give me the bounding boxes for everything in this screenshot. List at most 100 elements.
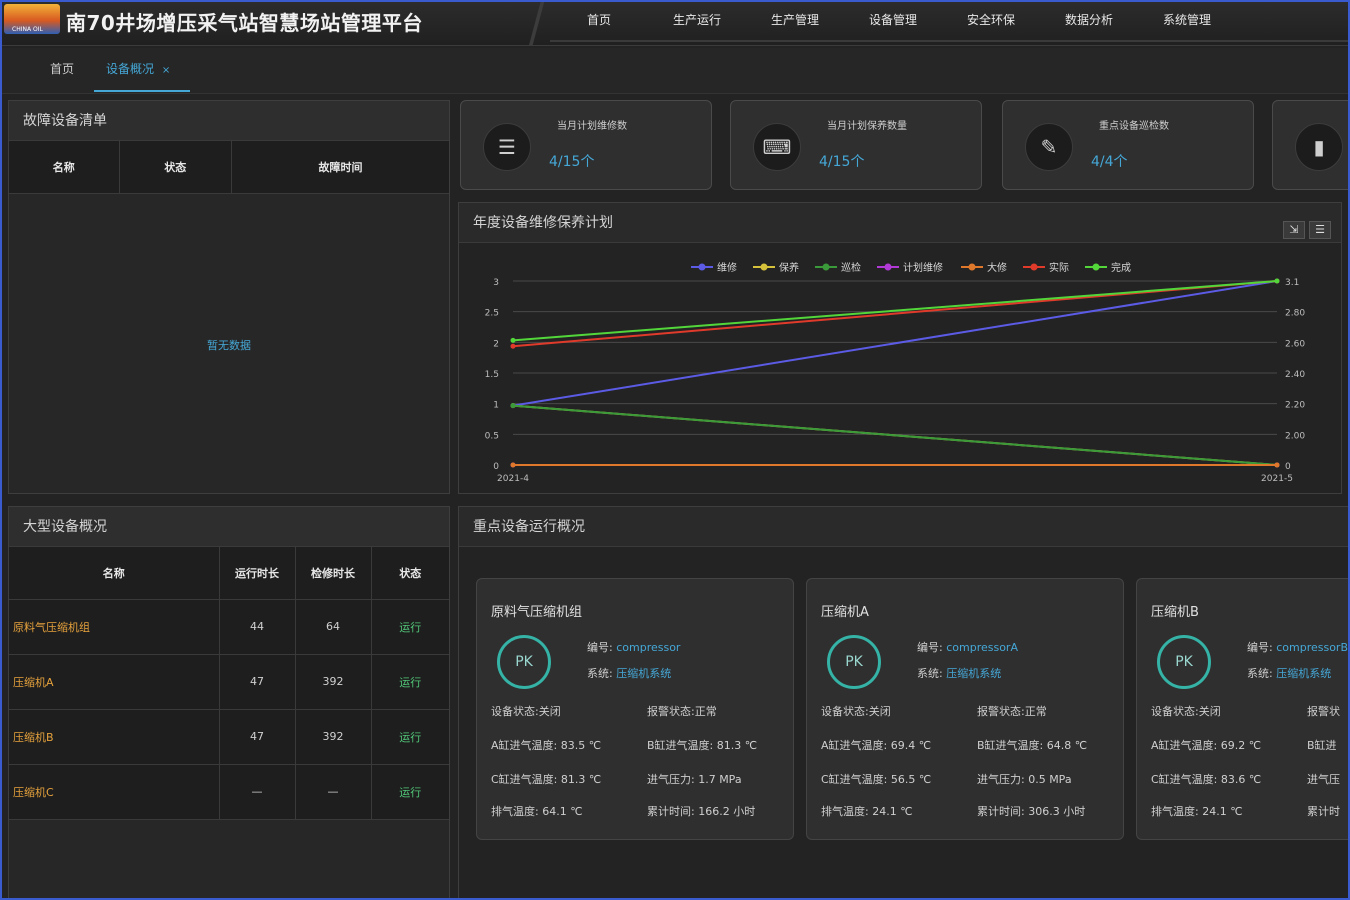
field-pressure: 进气压力: 1.7 MPa [647, 773, 742, 786]
nav-system-manage[interactable]: 系统管理 [1138, 2, 1236, 38]
field-a-temp: A缸进气温度: 69.2 ℃ [1151, 739, 1262, 752]
fault-equipment-panel: 故障设备清单 名称 状态 故障时间 暂无数据 [8, 100, 450, 494]
chart-panel-title: 年度设备维修保养计划 [459, 203, 1341, 243]
status-badge: 运行 [371, 599, 449, 655]
equipment-card-title: 原料气压缩机组 [491, 605, 583, 620]
legend-label: 巡检 [841, 261, 861, 274]
equipment-code: 编号: compressorB [1247, 639, 1348, 655]
equipment-code: 编号: compressorA [917, 639, 1018, 655]
fault-panel-title: 故障设备清单 [9, 101, 449, 141]
col-status: 状态 [371, 547, 449, 600]
series-line [512, 280, 1278, 407]
stat-card-inspection: ✎ 重点设备巡检数 4/4个 [1002, 100, 1254, 190]
nav-home[interactable]: 首页 [550, 2, 648, 38]
nav-safety[interactable]: 安全环保 [942, 2, 1040, 38]
stat-label: 重点设备巡检数 [1099, 121, 1169, 132]
equipment-name: 压缩机C [9, 764, 220, 820]
y-tick-label: 0.5 [485, 431, 499, 441]
nav-equipment-manage[interactable]: 设备管理 [844, 2, 942, 38]
legend-label: 实际 [1049, 261, 1069, 274]
field-device-state: 设备状态:关闭 [491, 705, 561, 718]
field-total-time: 累计时间: 166.2 小时 [647, 805, 756, 818]
col-repair-hours: 检修时长 [295, 547, 372, 600]
bar-chart-icon: ▮ [1295, 123, 1343, 171]
code-label: 编号: [587, 641, 613, 654]
equipment-system: 系统: 压缩机系统 [587, 665, 671, 681]
tab-active-indicator [94, 90, 190, 92]
clipboard-icon: ☰ [483, 123, 531, 171]
y2-tick-label: 0 [1285, 462, 1291, 472]
keyboard-icon: ⌨ [753, 123, 801, 171]
stat-value: 4/15个 [819, 154, 865, 170]
data-view-icon[interactable]: ☰ [1309, 221, 1331, 239]
x-tick-label: 2021-4 [497, 474, 529, 484]
code-link[interactable]: compressorA [946, 641, 1018, 654]
stat-card-extra: ▮ [1272, 100, 1348, 190]
equipment-card[interactable]: 压缩机A PK 编号: compressorA 系统: 压缩机系统 设备状态:关… [806, 578, 1124, 840]
tab-close-icon[interactable]: × [162, 65, 170, 76]
field-b-temp: B缸进 [1307, 739, 1337, 752]
large-table-header: 名称 运行时长 检修时长 状态 [9, 547, 449, 600]
table-row[interactable]: 压缩机A 47 392 运行 [9, 654, 449, 710]
y-tick-label: 1 [493, 401, 499, 411]
large-equipment-table: 名称 运行时长 检修时长 状态 原料气压缩机组 44 64 运行 压缩机A 47… [9, 547, 449, 820]
fault-table: 名称 状态 故障时间 [9, 141, 449, 194]
table-row[interactable]: 压缩机B 47 392 运行 [9, 709, 449, 765]
tab-home[interactable]: 首页 [50, 60, 74, 77]
equipment-card-title: 压缩机A [821, 605, 869, 620]
legend-label: 保养 [779, 261, 799, 274]
code-link[interactable]: compressor [616, 641, 680, 654]
status-badge: 运行 [371, 764, 449, 820]
run-hours: 47 [219, 709, 296, 765]
y-tick-label: 2.5 [485, 309, 499, 319]
large-panel-title: 大型设备概况 [9, 507, 449, 547]
legend-marker [968, 263, 976, 271]
nav-production-run[interactable]: 生产运行 [648, 2, 746, 38]
chart-toolbar: ⇲ ☰ [1283, 221, 1331, 239]
y2-tick-label: 2.40 [1285, 370, 1305, 380]
equipment-card-title: 压缩机B [1151, 605, 1199, 620]
tab-equipment-overview[interactable]: 设备概况 × [106, 60, 170, 77]
series-line [512, 280, 1278, 342]
data-point [510, 343, 516, 349]
equipment-system: 系统: 压缩机系统 [917, 665, 1001, 681]
code-link[interactable]: compressorB [1276, 641, 1348, 654]
nav-data-analysis[interactable]: 数据分析 [1040, 2, 1138, 38]
equipment-name: 压缩机A [9, 654, 220, 710]
system-link[interactable]: 压缩机系统 [946, 667, 1001, 680]
nav-production-manage[interactable]: 生产管理 [746, 2, 844, 38]
status-badge: 运行 [371, 654, 449, 710]
system-link[interactable]: 压缩机系统 [616, 667, 671, 680]
legend-marker [698, 263, 706, 271]
equipment-status-ring: PK [497, 635, 551, 689]
legend-marker [760, 263, 768, 271]
equipment-card[interactable]: 原料气压缩机组 PK 编号: compressor 系统: 压缩机系统 设备状态… [476, 578, 794, 840]
equipment-name: 压缩机B [9, 709, 220, 765]
fault-col-name: 名称 [9, 141, 120, 194]
maintenance-chart-panel: 年度设备维修保养计划 ⇲ ☰ 0 0 0.5 2.00 1 2.20 1.5 2.40 2 2.6… [458, 202, 1342, 494]
line-chart: 0 0 0.5 2.00 1 2.20 1.5 2.40 2 2.60 2.5 2.80 3 3.1 202… [485, 261, 1306, 484]
zoom-icon[interactable]: ⇲ [1283, 221, 1305, 239]
repair-hours: — [295, 764, 372, 820]
equipment-card[interactable]: 压缩机B PK 编号: compressorB 系统: 压缩机系统 设备状态:关… [1136, 578, 1348, 840]
data-point [510, 403, 516, 409]
edit-icon: ✎ [1025, 123, 1073, 171]
company-logo: CHINA OIL [4, 4, 60, 34]
field-a-temp: A缸进气温度: 69.4 ℃ [821, 739, 932, 752]
table-row[interactable]: 压缩机C — — 运行 [9, 764, 449, 820]
stat-value: 4/4个 [1091, 154, 1128, 170]
field-exhaust-temp: 排气温度: 24.1 ℃ [821, 805, 913, 818]
y-tick-label: 3 [493, 278, 499, 288]
nav-underline [550, 40, 1348, 42]
legend-label: 计划维修 [903, 261, 943, 274]
field-c-temp: C缸进气温度: 83.6 ℃ [1151, 773, 1262, 786]
stat-card-upkeep: ⌨ 当月计划保养数量 4/15个 [730, 100, 982, 190]
run-hours: 44 [219, 599, 296, 655]
system-label: 系统: [587, 667, 613, 680]
y2-tick-label: 2.80 [1285, 309, 1305, 319]
repair-hours: 392 [295, 709, 372, 765]
table-row[interactable]: 原料气压缩机组 44 64 运行 [9, 599, 449, 655]
repair-hours: 392 [295, 654, 372, 710]
system-link[interactable]: 压缩机系统 [1276, 667, 1331, 680]
system-label: 系统: [1247, 667, 1273, 680]
